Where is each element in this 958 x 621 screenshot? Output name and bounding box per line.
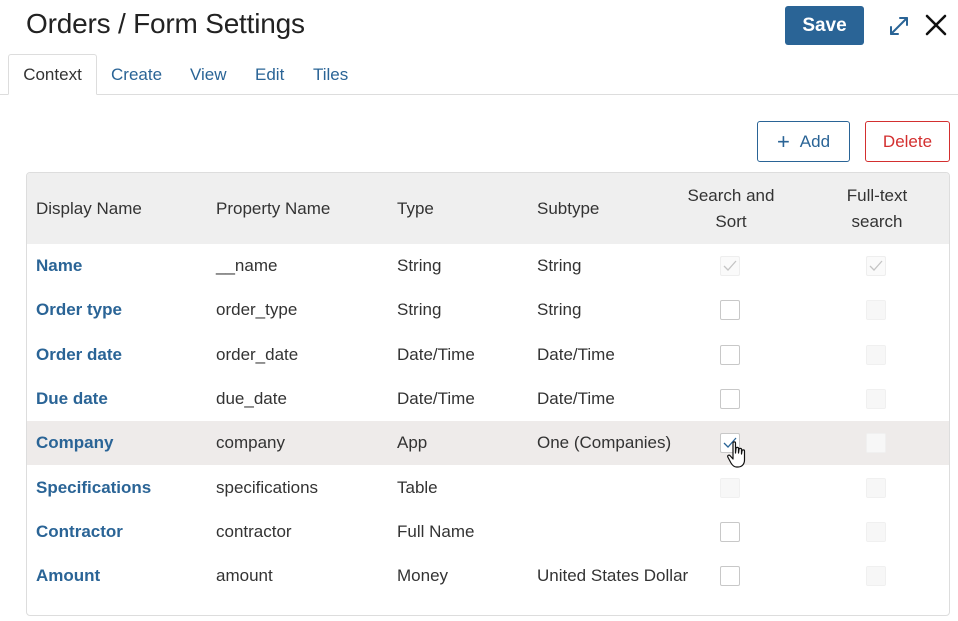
subtype-cell: String: [537, 300, 582, 320]
subtype-cell: String: [537, 256, 582, 275]
type-cell: Full Name: [397, 521, 475, 541]
column-header-search-sort-line1: Search and: [687, 185, 775, 205]
display-name-link[interactable]: Specifications: [36, 466, 151, 510]
search-sort-checkbox[interactable]: [720, 566, 740, 587]
add-button[interactable]: + Add: [757, 121, 850, 162]
fulltext-checkbox: [866, 521, 886, 542]
property-name-cell: company: [216, 433, 285, 453]
type-cell: String: [397, 300, 442, 320]
property-name-cell: __name: [216, 256, 278, 275]
type-cell: App: [397, 433, 428, 453]
type-cell: Date/Time: [397, 388, 475, 408]
display-name-link[interactable]: Name: [36, 244, 82, 288]
properties-table: Display Name Property Name Type Subtype …: [26, 172, 950, 616]
table-row[interactable]: Name __name String String: [27, 244, 949, 288]
type-cell: Money: [397, 566, 449, 586]
tab-create[interactable]: Create: [111, 54, 162, 95]
column-header-type: Type: [397, 198, 434, 218]
subtype-cell: United States Dollar: [537, 566, 689, 586]
search-sort-checkbox[interactable]: [720, 300, 740, 321]
fulltext-checkbox: [866, 433, 886, 454]
display-name-link[interactable]: Amount: [36, 554, 100, 598]
add-button-label: Add: [799, 131, 831, 151]
search-sort-checkbox: [720, 256, 740, 276]
display-name-link[interactable]: Contractor: [36, 510, 123, 554]
close-icon[interactable]: [924, 13, 948, 37]
table-header: Display Name Property Name Type Subtype …: [27, 173, 949, 244]
type-cell: String: [397, 256, 442, 275]
table-row[interactable]: Order type order_type String String: [27, 288, 949, 332]
column-header-search-sort: Search and Sort: [671, 173, 791, 244]
column-header-subtype: Subtype: [537, 198, 600, 218]
plus-icon: +: [776, 128, 790, 154]
hand-cursor-icon: [726, 440, 750, 470]
tab-context[interactable]: Context: [8, 54, 97, 95]
table-row[interactable]: Due date due_date Date/Time Date/Time: [27, 377, 949, 421]
display-name-link[interactable]: Order date: [36, 333, 122, 377]
fulltext-checkbox: [866, 300, 886, 321]
property-name-cell: order_date: [216, 344, 299, 364]
fulltext-checkbox: [866, 477, 886, 498]
search-sort-checkbox[interactable]: [720, 388, 740, 409]
table-row[interactable]: Order date order_date Date/Time Date/Time: [27, 333, 949, 377]
column-header-property-name: Property Name: [216, 198, 331, 218]
property-name-cell: due_date: [216, 388, 287, 408]
fulltext-checkbox: [866, 256, 886, 276]
fulltext-checkbox: [866, 344, 886, 365]
expand-icon[interactable]: [887, 14, 911, 38]
type-cell: Table: [397, 477, 438, 497]
column-header-search-sort-line2: Sort: [715, 211, 747, 231]
column-header-fulltext-line2: search: [851, 211, 903, 231]
property-name-cell: amount: [216, 566, 273, 586]
column-header-fulltext: Full-text search: [817, 173, 937, 244]
fulltext-checkbox: [866, 566, 886, 587]
column-header-display-name: Display Name: [36, 198, 142, 218]
property-name-cell: specifications: [216, 477, 319, 497]
subtype-cell: Date/Time: [537, 344, 615, 364]
table-row[interactable]: Company company App One (Companies): [27, 421, 949, 466]
tab-bar: Context Create View Edit Tiles: [0, 54, 958, 95]
display-name-link[interactable]: Order type: [36, 288, 122, 332]
search-sort-checkbox: [720, 477, 740, 498]
display-name-link[interactable]: Company: [36, 421, 113, 465]
search-sort-checkbox[interactable]: [720, 521, 740, 542]
property-name-cell: contractor: [216, 521, 292, 541]
display-name-link[interactable]: Due date: [36, 377, 108, 421]
subtype-cell: One (Companies): [537, 433, 672, 453]
search-sort-checkbox[interactable]: [720, 344, 740, 365]
column-header-fulltext-line1: Full-text: [846, 185, 908, 205]
table-row[interactable]: Contractor contractor Full Name: [27, 510, 949, 554]
tab-view[interactable]: View: [190, 54, 227, 95]
delete-button[interactable]: Delete: [865, 121, 950, 162]
tab-tiles[interactable]: Tiles: [313, 54, 348, 95]
table-row[interactable]: Amount amount Money United States Dollar: [27, 554, 949, 598]
tab-edit[interactable]: Edit: [255, 54, 284, 95]
subtype-cell: Date/Time: [537, 388, 615, 408]
save-button[interactable]: Save: [785, 6, 864, 45]
table-row[interactable]: Specifications specifications Table: [27, 466, 949, 510]
type-cell: Date/Time: [397, 344, 475, 364]
page-title: Orders / Form Settings: [26, 8, 305, 39]
property-name-cell: order_type: [216, 300, 298, 320]
fulltext-checkbox: [866, 388, 886, 409]
